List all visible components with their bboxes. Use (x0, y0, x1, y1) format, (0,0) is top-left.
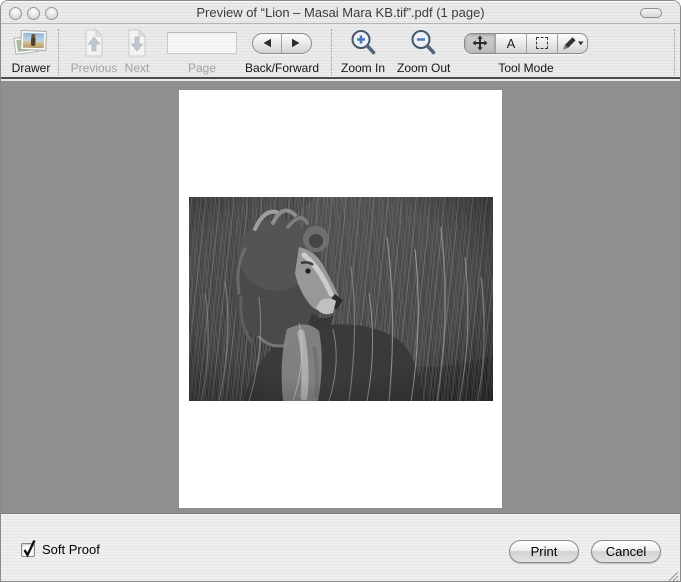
zoom-out-button[interactable]: Zoom Out (397, 27, 449, 75)
tool-mode-control: A Tool Mode (464, 27, 588, 75)
select-tool-button[interactable] (527, 34, 558, 53)
back-forward-label: Back/Forward (245, 61, 318, 75)
zoom-in-label: Zoom In (340, 61, 386, 75)
annotate-tool-icon (562, 36, 584, 51)
cancel-button[interactable]: Cancel (591, 540, 661, 563)
footer-bar: Soft Proof Print Cancel (1, 513, 680, 582)
previous-button[interactable]: Previous (70, 27, 118, 75)
resize-grip[interactable] (665, 568, 679, 582)
toolbar-toggle-pill[interactable] (640, 8, 662, 18)
previous-label: Previous (70, 61, 118, 75)
back-button[interactable] (253, 34, 283, 53)
preview-window: Preview of “Lion – Masai Mara KB.tif”.pd… (0, 0, 681, 582)
previous-page-icon (70, 27, 118, 59)
toolbar: Drawer Previous Next (1, 25, 680, 79)
text-tool-button[interactable]: A (496, 34, 527, 53)
drawer-label: Drawer (7, 61, 55, 75)
zoom-out-label: Zoom Out (397, 61, 449, 75)
annotate-tool-button[interactable] (558, 34, 587, 53)
soft-proof-checkbox[interactable] (21, 543, 35, 557)
page-input[interactable] (167, 32, 237, 54)
toolbar-separator (331, 29, 332, 75)
text-tool-icon: A (507, 36, 516, 51)
move-tool-button[interactable] (465, 34, 496, 53)
title-bar[interactable]: Preview of “Lion – Masai Mara KB.tif”.pd… (1, 1, 680, 24)
next-page-icon (115, 27, 159, 59)
next-label: Next (115, 61, 159, 75)
window-title: Preview of “Lion – Masai Mara KB.tif”.pd… (1, 5, 680, 20)
forward-arrow-icon (291, 38, 301, 48)
zoom-in-button[interactable]: Zoom In (340, 27, 386, 75)
forward-button[interactable] (282, 34, 311, 53)
back-forward-control: Back/Forward (245, 27, 318, 75)
zoom-out-icon (397, 27, 449, 59)
drawer-button[interactable]: Drawer (7, 27, 55, 75)
tool-mode-label: Tool Mode (464, 61, 588, 75)
pdf-page[interactable] (179, 90, 502, 508)
zoom-in-icon (340, 27, 386, 59)
page-label: Page (167, 61, 237, 75)
page-field-group: Page (167, 27, 237, 75)
toolbar-separator (674, 29, 675, 75)
document-view[interactable] (1, 81, 680, 513)
soft-proof-control[interactable]: Soft Proof (21, 542, 100, 557)
drawer-icon (7, 27, 55, 59)
select-tool-icon (536, 37, 548, 49)
lion-photo (189, 197, 493, 401)
toolbar-separator (58, 29, 59, 75)
soft-proof-label: Soft Proof (42, 542, 100, 557)
print-button[interactable]: Print (509, 540, 579, 563)
soft-proof-checkmark (22, 538, 38, 558)
next-button[interactable]: Next (115, 27, 159, 75)
back-arrow-icon (262, 38, 272, 48)
move-tool-icon (472, 35, 488, 51)
